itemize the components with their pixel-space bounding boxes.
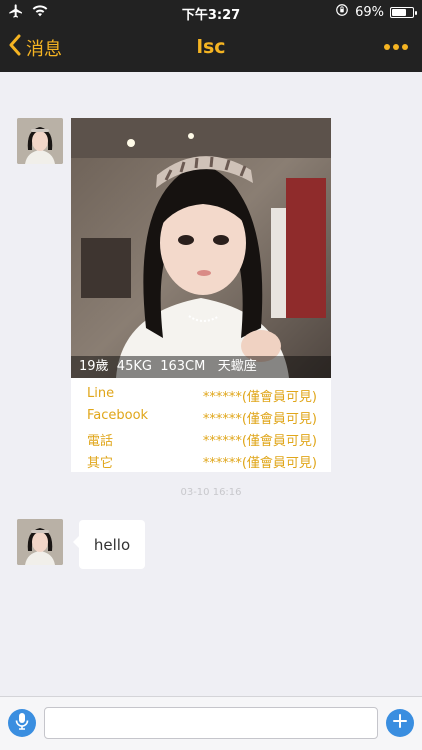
battery-percent: 69% (355, 4, 384, 20)
orientation-lock-icon (335, 3, 349, 21)
microphone-icon (14, 712, 30, 734)
chevron-left-icon (8, 34, 22, 61)
message-input[interactable] (44, 707, 378, 739)
contact-label: Facebook (87, 408, 149, 423)
contact-row-phone: 電話 ******(僅會員可見) (87, 428, 317, 450)
add-button[interactable] (386, 709, 414, 737)
contact-row-line: Line ******(僅會員可見) (87, 384, 317, 406)
profile-photo (71, 118, 331, 378)
contact-label: 電話 (87, 434, 114, 449)
status-bar: 下午3:27 69% (0, 0, 422, 24)
back-label: 消息 (26, 38, 62, 60)
contact-label: 其它 (87, 456, 114, 471)
contact-label: Line (87, 386, 115, 401)
microphone-button[interactable] (8, 709, 36, 737)
profile-card[interactable]: 19歲 45KG 163CM 天蠍座 Line ******(僅會員可見) Fa… (71, 118, 331, 472)
plus-icon (392, 713, 408, 733)
message-timestamp: 03-10 16:16 (180, 487, 242, 498)
chat-title: lsc (196, 36, 226, 58)
back-button[interactable]: 消息 (8, 34, 62, 61)
nav-bar: 消息 lsc (0, 24, 422, 72)
more-dots-icon[interactable] (384, 44, 408, 50)
contact-value: ******(僅會員可見) (202, 456, 317, 471)
contact-row-other: 其它 ******(僅會員可見) (87, 450, 317, 472)
contact-value: ******(僅會員可見) (202, 412, 317, 427)
message-bubble[interactable]: hello (73, 520, 145, 569)
avatar[interactable] (17, 519, 63, 565)
message-text: hello (93, 535, 131, 554)
profile-stats: 19歲 45KG 163CM 天蠍座 (71, 356, 331, 378)
contact-row-facebook: Facebook ******(僅會員可見) (87, 406, 317, 428)
battery-icon (390, 6, 417, 18)
contact-value: ******(僅會員可見) (202, 434, 317, 449)
avatar[interactable] (17, 118, 63, 164)
contact-value: ******(僅會員可見) (202, 390, 317, 405)
input-bar (0, 696, 422, 750)
